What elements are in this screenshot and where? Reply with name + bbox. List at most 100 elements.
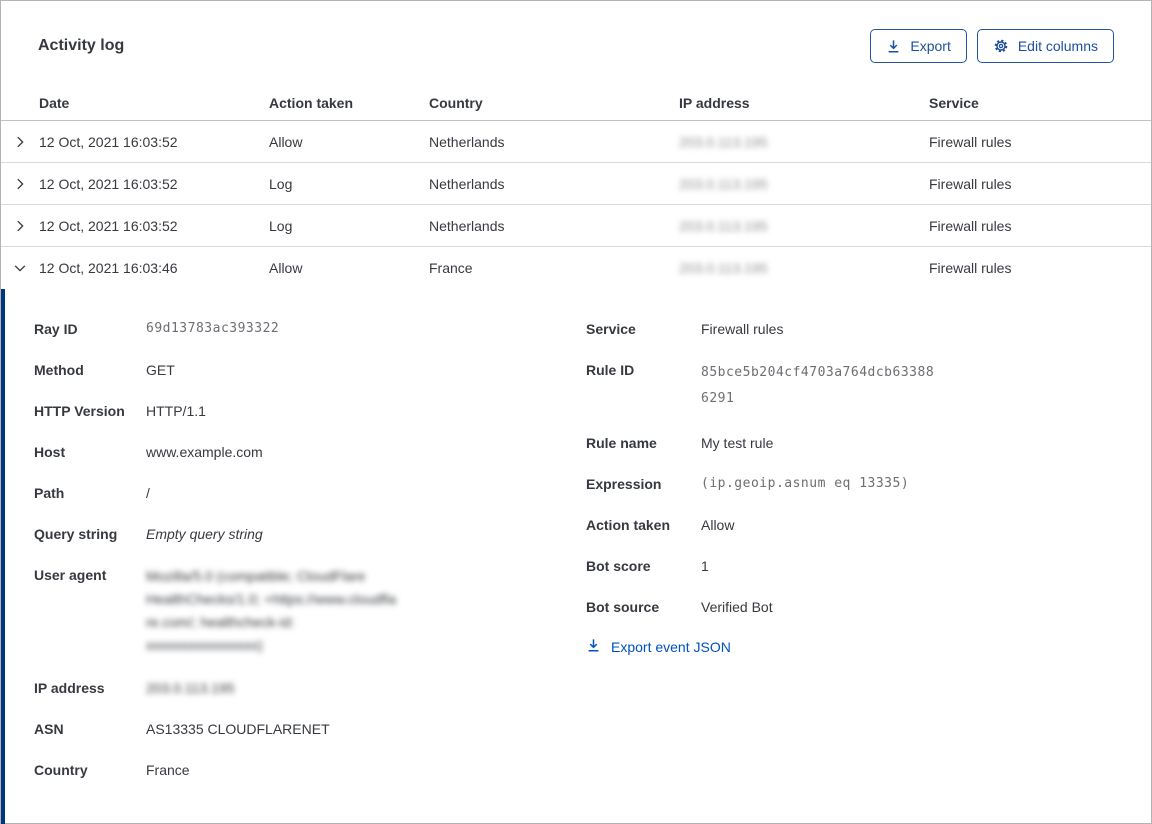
field-label: User agent <box>34 567 107 583</box>
field-method: Method GET <box>34 360 586 380</box>
field-label: Method <box>34 362 84 378</box>
table-header-row: Date Action taken Country IP address Ser… <box>1 85 1151 121</box>
field-value-masked: Mozilla/5.0 (compatible; CloudFlare Heal… <box>146 568 397 653</box>
field-path: Path / <box>34 483 586 503</box>
export-event-json-link[interactable]: Export event JSON <box>586 638 731 656</box>
field-label: Action taken <box>586 517 671 533</box>
field-value: 1 <box>701 558 709 574</box>
edit-columns-button[interactable]: Edit columns <box>976 29 1114 63</box>
cell-date: 12 Oct, 2021 16:03:52 <box>39 133 178 150</box>
field-label: Query string <box>34 526 118 542</box>
chevron-right-icon[interactable] <box>11 217 29 235</box>
field-asn: ASN AS13335 CLOUDFLARENET <box>34 719 586 739</box>
field-label: HTTP Version <box>34 403 125 419</box>
header-service: Service <box>929 94 979 111</box>
field-http-version: HTTP Version HTTP/1.1 <box>34 401 586 421</box>
field-action-taken: Action taken Allow <box>586 515 1126 535</box>
export-button[interactable]: Export <box>870 29 967 63</box>
field-value: 69d13783ac393322 <box>146 321 280 336</box>
export-button-label: Export <box>910 38 951 54</box>
field-bot-source: Bot source Verified Bot <box>586 597 1126 617</box>
detail-left-column: Ray ID 69d13783ac393322 Method GET HTTP … <box>34 319 586 824</box>
chevron-right-icon[interactable] <box>11 133 29 151</box>
field-ray-id: Ray ID 69d13783ac393322 <box>34 319 586 339</box>
field-value: 85bce5b204cf4703a764dcb633886291 <box>701 365 935 406</box>
field-label: Rule ID <box>586 362 635 378</box>
field-value: Verified Bot <box>701 599 773 615</box>
cell-date: 12 Oct, 2021 16:03:46 <box>39 260 178 276</box>
field-value: My test rule <box>701 435 774 451</box>
download-icon <box>886 39 901 54</box>
field-label: Ray ID <box>34 321 78 337</box>
field-value: Firewall rules <box>701 321 784 337</box>
field-value: GET <box>146 362 175 378</box>
field-label: Path <box>34 485 65 501</box>
header-country: Country <box>429 94 483 111</box>
activity-log-table: Date Action taken Country IP address Ser… <box>1 85 1151 824</box>
field-service: Service Firewall rules <box>586 319 1126 339</box>
header-action-taken: Action taken <box>269 94 354 111</box>
field-value: www.example.com <box>146 444 263 460</box>
field-label: ASN <box>34 721 64 737</box>
field-label: Service <box>586 321 636 337</box>
header-ip-address: IP address <box>679 94 750 111</box>
gear-icon <box>993 38 1009 54</box>
field-label: IP address <box>34 680 105 696</box>
field-query-string: Query string Empty query string <box>34 524 586 544</box>
field-country: Country France <box>34 760 586 780</box>
cell-country: Netherlands <box>429 175 505 192</box>
field-value: HTTP/1.1 <box>146 403 206 419</box>
field-host: Host www.example.com <box>34 442 586 462</box>
field-label: Expression <box>586 476 662 492</box>
field-value: (ip.geoip.asnum eq 13335) <box>701 476 910 491</box>
cell-service: Firewall rules <box>929 133 1012 150</box>
cell-date: 12 Oct, 2021 16:03:52 <box>39 175 178 192</box>
cell-action-taken: Log <box>269 217 293 234</box>
field-label: Host <box>34 444 66 460</box>
field-ip-address: IP address 203.0.113.195 <box>34 678 586 698</box>
chevron-down-icon[interactable] <box>11 259 29 277</box>
field-bot-score: Bot score 1 <box>586 556 1126 576</box>
cell-service: Firewall rules <box>929 175 1012 192</box>
field-value: AS13335 CLOUDFLARENET <box>146 721 330 737</box>
field-value: Empty query string <box>146 526 263 542</box>
field-rule-name: Rule name My test rule <box>586 433 1126 453</box>
page-title: Activity log <box>38 37 125 54</box>
download-icon <box>586 638 601 656</box>
field-rule-id: Rule ID 85bce5b204cf4703a764dcb633886291 <box>586 360 1126 412</box>
cell-country: Netherlands <box>429 133 505 150</box>
cell-action-taken: Log <box>269 175 293 192</box>
cell-service: Firewall rules <box>929 260 1012 276</box>
edit-columns-button-label: Edit columns <box>1017 38 1098 54</box>
field-expression: Expression (ip.geoip.asnum eq 13335) <box>586 474 1126 494</box>
field-value: / <box>146 485 150 501</box>
toolbar-buttons: Export Edit columns <box>870 29 1114 63</box>
cell-date: 12 Oct, 2021 16:03:52 <box>39 217 178 234</box>
field-value-masked: 203.0.113.195 <box>146 680 235 696</box>
cell-action-taken: Allow <box>269 133 303 150</box>
activity-log-page: { "page": { "title": "Activity log" }, "… <box>0 0 1152 824</box>
cell-country: France <box>429 260 473 276</box>
table-row[interactable]: 12 Oct, 2021 16:03:52 Allow Netherlands … <box>1 121 1151 163</box>
field-value: France <box>146 762 190 778</box>
table-row[interactable]: 12 Oct, 2021 16:03:52 Log Netherlands 20… <box>1 163 1151 205</box>
header-date: Date <box>39 94 70 111</box>
cell-service: Firewall rules <box>929 217 1012 234</box>
field-user-agent: User agent Mozilla/5.0 (compatible; Clou… <box>34 565 586 657</box>
topbar: Activity log Export Edit columns <box>1 1 1151 63</box>
event-detail-panel: Ray ID 69d13783ac393322 Method GET HTTP … <box>1 289 1151 824</box>
table-row-expanded[interactable]: 12 Oct, 2021 16:03:46 Allow France 203.0… <box>1 247 1151 289</box>
cell-ip-masked: 203.0.113.195 <box>679 217 768 234</box>
field-label: Bot source <box>586 599 660 615</box>
chevron-right-icon[interactable] <box>11 175 29 193</box>
cell-ip-masked: 203.0.113.195 <box>679 133 768 150</box>
field-label: Country <box>34 762 88 778</box>
detail-right-column: Service Firewall rules Rule ID 85bce5b20… <box>586 319 1126 824</box>
field-label: Rule name <box>586 435 657 451</box>
export-event-json-label: Export event JSON <box>611 639 731 655</box>
table-row[interactable]: 12 Oct, 2021 16:03:52 Log Netherlands 20… <box>1 205 1151 247</box>
cell-ip-masked: 203.0.113.195 <box>679 175 768 192</box>
cell-country: Netherlands <box>429 217 505 234</box>
cell-ip-masked: 203.0.113.195 <box>679 260 768 276</box>
field-value: Allow <box>701 517 735 533</box>
